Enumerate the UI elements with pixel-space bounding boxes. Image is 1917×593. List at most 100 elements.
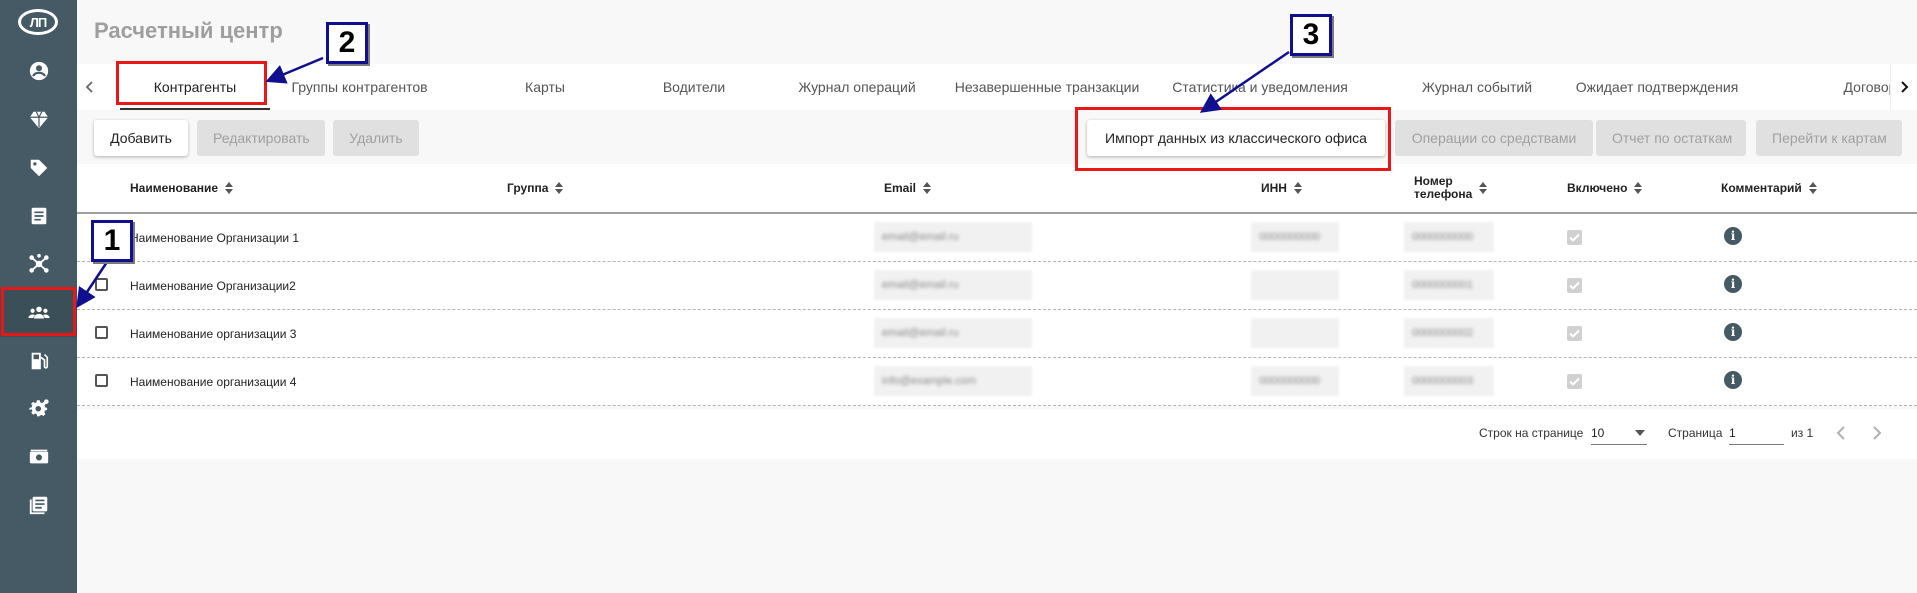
- info-icon[interactable]: i: [1724, 227, 1742, 245]
- tag-icon: [30, 159, 47, 177]
- row-checkbox[interactable]: [95, 326, 108, 339]
- tabs-scroll-left-button[interactable]: [77, 64, 103, 110]
- page-label: Страница: [1668, 426, 1723, 440]
- chevron-right-icon: [1901, 81, 1909, 93]
- column-header-comment[interactable]: Комментарий: [1721, 164, 1818, 212]
- edit-button[interactable]: Редактировать: [197, 120, 325, 156]
- delete-button[interactable]: Удалить: [333, 120, 419, 156]
- pagination: Строк на странице 10 Страница 1 из 1: [77, 409, 1917, 459]
- checkmark-icon: [1569, 233, 1580, 242]
- fund-operations-button[interactable]: Операции со средствами: [1395, 120, 1593, 156]
- next-page-button[interactable]: [1867, 423, 1887, 443]
- chevron-right-icon: [1873, 426, 1882, 440]
- sort-icon[interactable]: [554, 181, 564, 195]
- sidebar-item-settings[interactable]: [0, 385, 77, 433]
- go-to-cards-button[interactable]: Перейти к картам: [1756, 120, 1902, 156]
- rows-per-page-label: Строк на странице: [1479, 426, 1584, 440]
- row-checkbox[interactable]: [95, 278, 108, 291]
- network-icon: [28, 253, 49, 273]
- column-header-label: Номер телефона: [1414, 174, 1473, 201]
- cell-inn: 0000000000: [1251, 222, 1339, 252]
- diamond-icon: [29, 111, 48, 129]
- sidebar-item-loyalty[interactable]: [0, 96, 77, 144]
- page-input[interactable]: 1: [1729, 421, 1784, 445]
- column-header-inn[interactable]: ИНН: [1261, 164, 1303, 212]
- sidebar-item-reports[interactable]: [0, 481, 77, 529]
- tab-statistics-notifications[interactable]: Статистика и уведомления: [1160, 64, 1360, 110]
- table-row[interactable]: Наименование организации 4 info@example.…: [77, 358, 1917, 406]
- column-header-label: Наименование: [130, 181, 219, 195]
- sidebar-item-prices[interactable]: [0, 144, 77, 192]
- cell-name: Наименование организации 3: [130, 326, 297, 341]
- tab-drivers[interactable]: Водители: [619, 64, 769, 110]
- cell-name: Наименование Организации2: [130, 278, 296, 293]
- column-header-email[interactable]: Email: [884, 164, 932, 212]
- prev-page-button[interactable]: [1831, 423, 1851, 443]
- column-header-label: ИНН: [1261, 181, 1287, 195]
- column-header-phone[interactable]: Номер телефона: [1414, 164, 1488, 212]
- counterparties-table: Наименование Группа Email ИНН Номер телеф…: [77, 164, 1917, 406]
- tab-awaiting-confirmation[interactable]: Ожидает подтверждения: [1557, 64, 1757, 110]
- enabled-checkbox: [1567, 326, 1582, 341]
- info-icon[interactable]: i: [1724, 371, 1742, 389]
- checkmark-icon: [1569, 329, 1580, 338]
- cell-name: Наименование Организации 1: [130, 230, 300, 245]
- tabs-scroll-right-button[interactable]: [1890, 64, 1917, 110]
- tab-events-log[interactable]: Журнал событий: [1402, 64, 1552, 110]
- sidebar-item-fuel[interactable]: [0, 337, 77, 385]
- column-header-label: Комментарий: [1721, 181, 1802, 195]
- cell-name: Наименование организации 4: [130, 374, 297, 389]
- page-total: из 1: [1791, 426, 1814, 440]
- table-row[interactable]: Наименование организации 3 email@email.r…: [77, 310, 1917, 358]
- sort-icon[interactable]: [922, 181, 932, 195]
- annotation-highlight-tab: [116, 61, 267, 105]
- cell-phone: 0000000003: [1404, 366, 1494, 396]
- tab-pending-transactions[interactable]: Незавершенные транзакции: [947, 64, 1147, 110]
- rows-per-page-select[interactable]: 10: [1591, 421, 1647, 445]
- logo[interactable]: ЛП: [18, 9, 58, 35]
- balance-report-button[interactable]: Отчет по остаткам: [1596, 120, 1746, 156]
- tab-operations-log[interactable]: Журнал операций: [777, 64, 937, 110]
- document-icon: [31, 207, 46, 225]
- cell-inn: [1251, 270, 1339, 300]
- add-button[interactable]: Добавить: [94, 120, 188, 156]
- tab-cards[interactable]: Карты: [470, 64, 620, 110]
- column-header-name[interactable]: Наименование: [130, 164, 234, 212]
- main-content: Расчетный центр Контрагенты Группы контр…: [77, 0, 1917, 593]
- annotation-highlight-sidebar: [1, 287, 76, 336]
- sidebar-item-documents[interactable]: [0, 192, 77, 240]
- row-checkbox[interactable]: [95, 374, 108, 387]
- logo-text: ЛП: [29, 14, 47, 30]
- list-icon: [29, 496, 47, 515]
- enabled-checkbox: [1567, 374, 1582, 389]
- chevron-left-icon: [1836, 426, 1845, 440]
- sort-icon[interactable]: [1293, 181, 1303, 195]
- checkmark-icon: [1569, 281, 1580, 290]
- sort-icon[interactable]: [1808, 181, 1818, 195]
- cell-phone: 0000000002: [1404, 318, 1494, 348]
- column-header-group[interactable]: Группа: [507, 164, 564, 212]
- cell-phone: 0000000001: [1404, 270, 1494, 300]
- sort-icon[interactable]: [224, 181, 234, 195]
- sort-icon[interactable]: [1478, 181, 1488, 195]
- money-icon: [29, 449, 48, 464]
- sidebar-item-users[interactable]: [0, 47, 77, 95]
- tab-counterparty-groups[interactable]: Группы контрагентов: [277, 64, 442, 110]
- column-header-label: Включено: [1567, 181, 1628, 195]
- info-icon[interactable]: i: [1724, 323, 1742, 341]
- checkmark-icon: [1569, 377, 1580, 386]
- info-icon[interactable]: i: [1724, 275, 1742, 293]
- column-header-label: Email: [884, 181, 917, 195]
- column-header-enabled[interactable]: Включено: [1567, 164, 1643, 212]
- sidebar-item-network[interactable]: [0, 240, 77, 288]
- page-value: 1: [1729, 425, 1736, 440]
- table-row[interactable]: Наименование Организации2 email@email.ru…: [77, 262, 1917, 310]
- column-header-label: Группа: [507, 181, 549, 195]
- table-row[interactable]: Наименование Организации 1 email@email.r…: [77, 214, 1917, 262]
- cell-email: email@email.ru: [874, 318, 1032, 348]
- page-title: Расчетный центр: [94, 18, 283, 43]
- sort-icon[interactable]: [1633, 181, 1643, 195]
- sidebar-item-finance[interactable]: [0, 433, 77, 481]
- cell-inn: [1251, 318, 1339, 348]
- gear-icon: [28, 399, 49, 417]
